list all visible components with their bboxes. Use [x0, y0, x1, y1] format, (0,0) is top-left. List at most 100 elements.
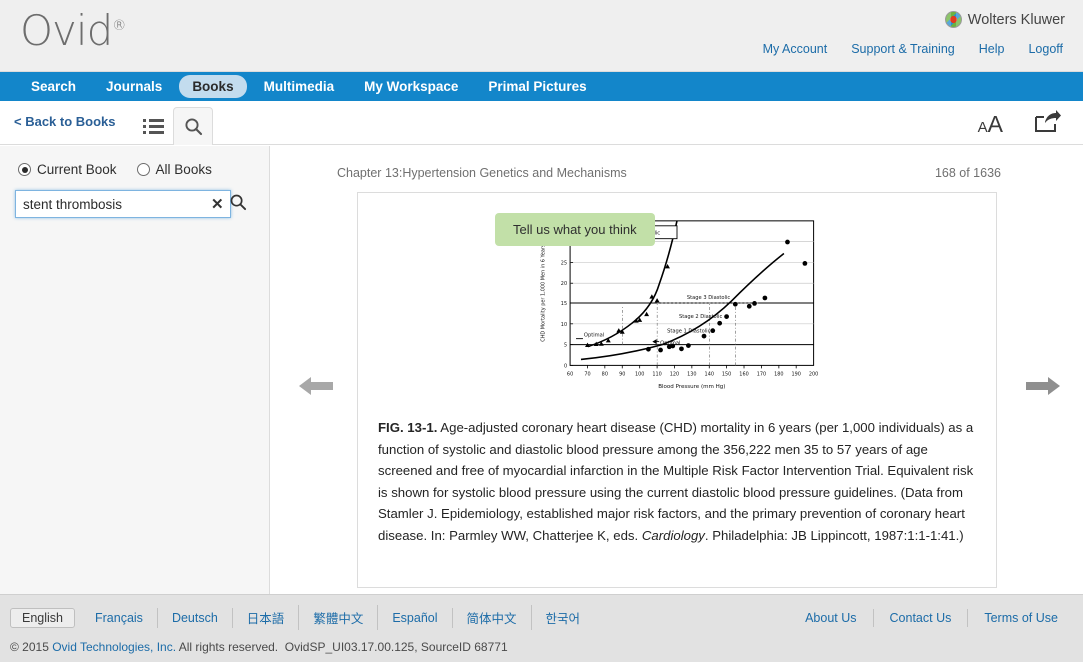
tab-table-of-contents[interactable] [133, 107, 173, 145]
font-size-large-a: A [987, 111, 1003, 137]
svg-text:160: 160 [739, 371, 748, 377]
svg-text:140: 140 [705, 371, 714, 377]
close-icon[interactable]: ✕ [206, 195, 229, 213]
build-version: OvidSP_UI03.17.00.125, SourceID 68771 [284, 640, 508, 654]
figure-number: FIG. 13-1. [378, 420, 438, 435]
language-deutsch[interactable]: Deutsch [158, 607, 233, 628]
search-submit-icon[interactable] [229, 193, 247, 216]
page-content: 0 5 10 15 20 25 30 35 60 70 80 90 100110 [357, 192, 997, 588]
chapter-title: Chapter 13:Hypertension Genetics and Mec… [337, 166, 627, 180]
search-icon [184, 118, 202, 136]
list-icon [142, 119, 164, 134]
copyright-suffix: All rights reserved. [176, 640, 279, 654]
language-francais[interactable]: Français [81, 607, 158, 628]
wolters-kluwer-label: Wolters Kluwer [967, 11, 1065, 28]
language-simplified-chinese[interactable]: 简体中文 [453, 605, 532, 630]
svg-text:15: 15 [561, 301, 567, 307]
page-footer: English Français Deutsch 日本語 繁體中文 Españo… [0, 594, 1083, 662]
nav-item-search[interactable]: Search [18, 75, 89, 98]
tab-search[interactable] [173, 107, 213, 145]
annotation-stage-2-diastolic: Stage 2 Diastolic [679, 314, 723, 320]
copyright-prefix: © 2015 [10, 640, 53, 654]
wolters-kluwer-globe-icon [944, 11, 962, 28]
label-all-books[interactable]: All Books [156, 162, 212, 177]
footer-link-contact-us[interactable]: Contact Us [874, 609, 969, 627]
back-to-books-link[interactable]: < Back to Books [14, 114, 116, 129]
nav-item-multimedia[interactable]: Multimedia [251, 75, 348, 98]
header-links: My Account Support & Training Help Logof… [763, 42, 1063, 56]
header-link-help[interactable]: Help [979, 42, 1005, 56]
svg-text:20: 20 [561, 281, 567, 287]
label-current-book[interactable]: Current Book [37, 162, 117, 177]
svg-text:190: 190 [791, 371, 800, 377]
svg-text:170: 170 [757, 371, 766, 377]
svg-text:150: 150 [722, 371, 731, 377]
share-icon[interactable] [1033, 110, 1061, 139]
ovid-logo-text: Ovid [20, 6, 113, 55]
svg-text:100: 100 [635, 371, 644, 377]
annotation-optimal-systolic: Optimal [660, 341, 680, 347]
language-korean[interactable]: 한국어 [532, 605, 595, 630]
sidebar-tab-group [133, 101, 213, 145]
nav-item-my-workspace[interactable]: My Workspace [351, 75, 471, 98]
ovid-technologies-link[interactable]: Ovid Technologies, Inc. [52, 640, 176, 654]
language-english[interactable]: English [10, 607, 75, 628]
feedback-button[interactable]: Tell us what you think [495, 213, 655, 246]
page-indicator: 168 of 1636 [934, 166, 1001, 180]
footer-link-about-us[interactable]: About Us [789, 609, 874, 627]
nav-item-primal-pictures[interactable]: Primal Pictures [475, 75, 599, 98]
chart-ylabel: CHD Mortality per 1,000 Men in 6 Years [540, 244, 546, 342]
search-scope-row: Current Book All Books [0, 146, 269, 177]
header-link-support-training[interactable]: Support & Training [851, 42, 955, 56]
ovid-logo[interactable]: Ovid® [20, 10, 126, 52]
font-size-icon[interactable]: AA [978, 113, 1003, 136]
nav-item-journals[interactable]: Journals [93, 75, 175, 98]
footer-links: About Us Contact Us Terms of Use [789, 609, 1058, 627]
reader-toolbar: < Back to Books Tell us what you think A… [0, 101, 1083, 246]
wolters-kluwer-brand: Wolters Kluwer [944, 11, 1065, 28]
svg-text:120: 120 [670, 371, 679, 377]
copyright-line: © 2015 Ovid Technologies, Inc. All right… [0, 630, 1083, 654]
svg-text:130: 130 [687, 371, 696, 377]
caption-text-part2: . Philadelphia: JB Lippincott, 1987:1:1-… [704, 527, 964, 543]
search-input[interactable] [21, 195, 202, 213]
font-size-small-a: A [977, 119, 988, 136]
footer-link-terms-of-use[interactable]: Terms of Use [968, 609, 1058, 627]
svg-text:5: 5 [564, 343, 567, 349]
arrow-left-icon[interactable] [298, 373, 334, 404]
annotation-stage-1-diastolic: Stage 1 Diastolic [667, 329, 711, 335]
caption-text-part1: Age-adjusted coronary heart disease (CHD… [378, 420, 974, 543]
caption-italic-title: Cardiology [641, 527, 705, 543]
svg-text:70: 70 [584, 371, 590, 377]
radio-all-books[interactable] [136, 163, 150, 176]
header-link-logoff[interactable]: Logoff [1028, 42, 1063, 56]
svg-text:90: 90 [619, 371, 625, 377]
svg-text:0: 0 [564, 363, 567, 369]
chapter-bar: Chapter 13:Hypertension Genetics and Mec… [271, 146, 1083, 180]
svg-text:10: 10 [561, 322, 567, 328]
toolbar-right-actions: AA [978, 110, 1061, 139]
annotation-stage-3-diastolic: Stage 3 Diastolic [687, 295, 731, 301]
svg-text:60: 60 [567, 371, 573, 377]
chart-xlabel: Blood Pressure (mm Hg) [658, 384, 725, 390]
ovid-logo-registered: ® [112, 18, 126, 34]
header-link-my-account[interactable]: My Account [763, 42, 828, 56]
radio-current-book[interactable] [18, 163, 31, 176]
svg-text:80: 80 [602, 371, 608, 377]
main-navigation: Search Journals Books Multimedia My Work… [0, 72, 1083, 101]
page-header: Ovid® Wolters Kluwer My Account Support … [0, 0, 1083, 72]
svg-text:200: 200 [809, 371, 818, 377]
arrow-right-icon[interactable] [1025, 373, 1061, 404]
sidebar-search-box[interactable]: ✕ [15, 190, 246, 218]
search-sidebar: Current Book All Books ✕ [0, 146, 270, 594]
language-traditional-chinese[interactable]: 繁體中文 [299, 605, 379, 630]
language-japanese[interactable]: 日本語 [233, 605, 300, 630]
svg-text:25: 25 [561, 260, 567, 266]
book-reader-panel: Chapter 13:Hypertension Genetics and Mec… [271, 146, 1083, 594]
nav-item-books[interactable]: Books [179, 75, 247, 98]
annotation-optimal-diastolic: Optimal [584, 333, 604, 339]
figure-caption: FIG. 13-1. Age-adjusted coronary heart d… [378, 417, 978, 546]
svg-text:180: 180 [774, 371, 783, 377]
language-espanol[interactable]: Español [378, 607, 453, 628]
svg-text:110: 110 [652, 371, 661, 377]
